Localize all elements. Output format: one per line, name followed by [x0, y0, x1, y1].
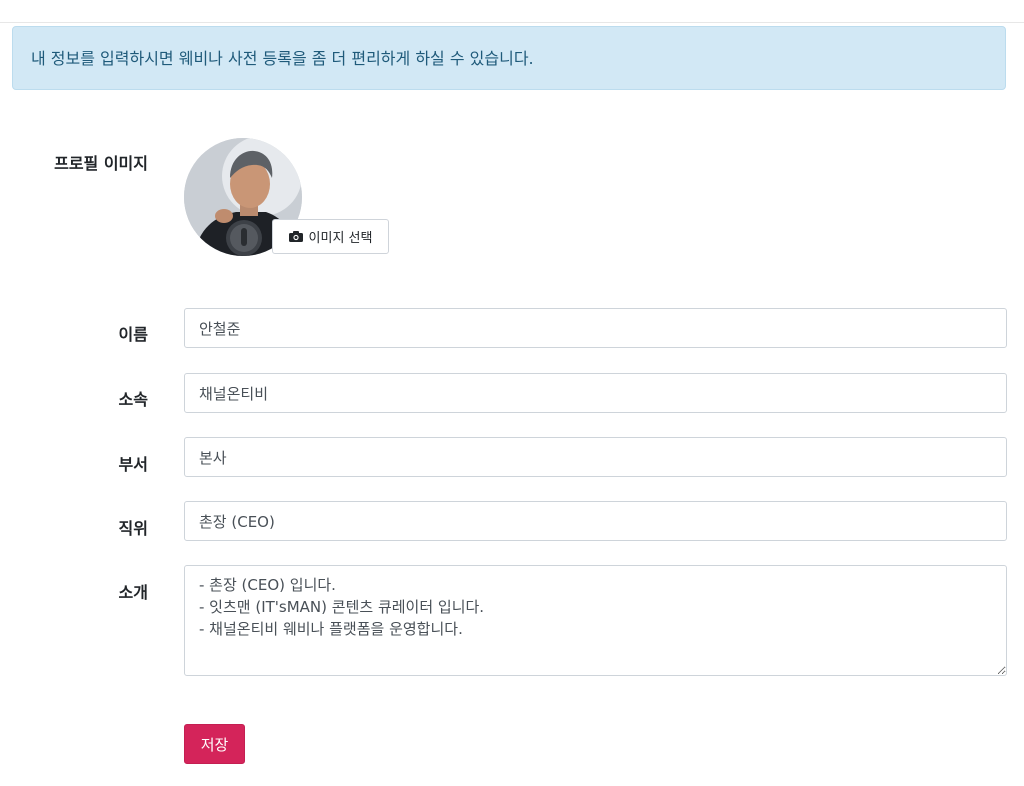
department-label: 부서: [118, 455, 148, 474]
save-button[interactable]: 저장: [184, 724, 245, 764]
intro-label: 소개: [118, 583, 148, 602]
department-input[interactable]: [184, 437, 1007, 477]
profile-settings-page: 내 정보를 입력하시면 웨비나 사전 등록을 좀 더 편리하게 하실 수 있습니…: [0, 0, 1024, 786]
profile-image-label: 프로필 이미지: [54, 154, 148, 173]
affiliation-label: 소속: [118, 390, 148, 409]
info-notice: 내 정보를 입력하시면 웨비나 사전 등록을 좀 더 편리하게 하실 수 있습니…: [12, 26, 1006, 90]
select-image-button[interactable]: 이미지 선택: [272, 219, 389, 254]
top-divider: [0, 22, 1024, 23]
position-input[interactable]: [184, 501, 1007, 541]
name-input[interactable]: [184, 308, 1007, 348]
select-image-label: 이미지 선택: [308, 231, 373, 246]
camera-icon: [288, 231, 303, 242]
affiliation-input[interactable]: [184, 373, 1007, 413]
intro-textarea[interactable]: - 촌장 (CEO) 입니다. - 잇츠맨 (IT'sMAN) 콘텐츠 큐레이터…: [184, 565, 1007, 676]
name-label: 이름: [118, 325, 148, 344]
position-label: 직위: [118, 519, 148, 538]
